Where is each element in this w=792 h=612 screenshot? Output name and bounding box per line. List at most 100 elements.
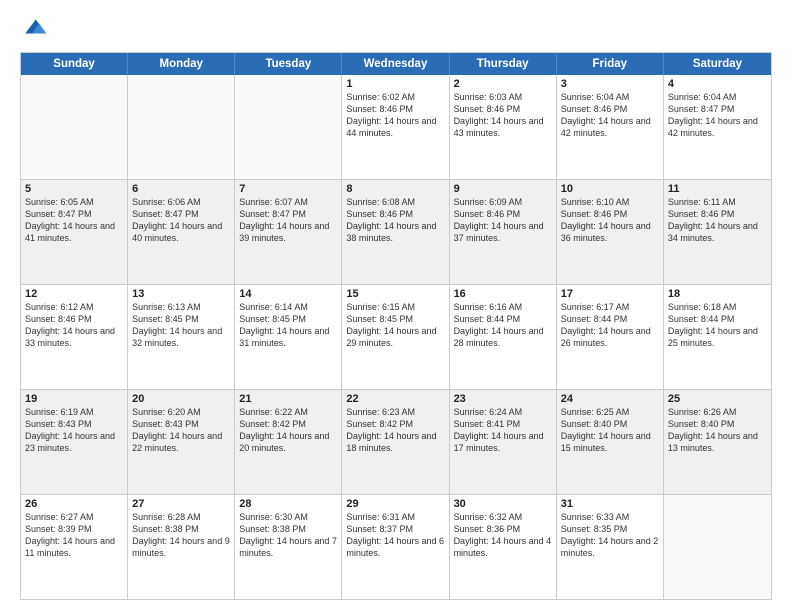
calendar-row-3: 19Sunrise: 6:19 AM Sunset: 8:43 PM Dayli… [21,389,771,494]
calendar-cell [664,495,771,599]
calendar: SundayMondayTuesdayWednesdayThursdayFrid… [20,52,772,600]
calendar-header: SundayMondayTuesdayWednesdayThursdayFrid… [21,53,771,75]
cell-info-text: Sunrise: 6:04 AM Sunset: 8:47 PM Dayligh… [668,91,767,140]
cell-info-text: Sunrise: 6:33 AM Sunset: 8:35 PM Dayligh… [561,511,659,560]
day-number: 23 [454,393,552,405]
cell-info-text: Sunrise: 6:25 AM Sunset: 8:40 PM Dayligh… [561,406,659,455]
day-number: 10 [561,183,659,195]
day-number: 26 [25,498,123,510]
day-number: 5 [25,183,123,195]
day-number: 18 [668,288,767,300]
weekday-header-tuesday: Tuesday [235,53,342,75]
calendar-cell: 10Sunrise: 6:10 AM Sunset: 8:46 PM Dayli… [557,180,664,284]
cell-info-text: Sunrise: 6:12 AM Sunset: 8:46 PM Dayligh… [25,301,123,350]
cell-info-text: Sunrise: 6:11 AM Sunset: 8:46 PM Dayligh… [668,196,767,245]
day-number: 12 [25,288,123,300]
cell-info-text: Sunrise: 6:15 AM Sunset: 8:45 PM Dayligh… [346,301,444,350]
calendar-cell: 23Sunrise: 6:24 AM Sunset: 8:41 PM Dayli… [450,390,557,494]
cell-info-text: Sunrise: 6:30 AM Sunset: 8:38 PM Dayligh… [239,511,337,560]
day-number: 27 [132,498,230,510]
weekday-header-monday: Monday [128,53,235,75]
calendar-cell: 6Sunrise: 6:06 AM Sunset: 8:47 PM Daylig… [128,180,235,284]
day-number: 9 [454,183,552,195]
day-number: 28 [239,498,337,510]
calendar-cell: 1Sunrise: 6:02 AM Sunset: 8:46 PM Daylig… [342,75,449,179]
calendar-cell: 12Sunrise: 6:12 AM Sunset: 8:46 PM Dayli… [21,285,128,389]
weekday-header-friday: Friday [557,53,664,75]
cell-info-text: Sunrise: 6:28 AM Sunset: 8:38 PM Dayligh… [132,511,230,560]
header [20,16,772,44]
cell-info-text: Sunrise: 6:03 AM Sunset: 8:46 PM Dayligh… [454,91,552,140]
day-number: 7 [239,183,337,195]
day-number: 8 [346,183,444,195]
calendar-row-4: 26Sunrise: 6:27 AM Sunset: 8:39 PM Dayli… [21,494,771,599]
cell-info-text: Sunrise: 6:18 AM Sunset: 8:44 PM Dayligh… [668,301,767,350]
logo-icon [20,16,48,44]
day-number: 2 [454,78,552,90]
calendar-cell: 24Sunrise: 6:25 AM Sunset: 8:40 PM Dayli… [557,390,664,494]
calendar-cell: 22Sunrise: 6:23 AM Sunset: 8:42 PM Dayli… [342,390,449,494]
day-number: 22 [346,393,444,405]
calendar-cell [235,75,342,179]
cell-info-text: Sunrise: 6:10 AM Sunset: 8:46 PM Dayligh… [561,196,659,245]
calendar-cell: 15Sunrise: 6:15 AM Sunset: 8:45 PM Dayli… [342,285,449,389]
cell-info-text: Sunrise: 6:06 AM Sunset: 8:47 PM Dayligh… [132,196,230,245]
calendar-cell: 4Sunrise: 6:04 AM Sunset: 8:47 PM Daylig… [664,75,771,179]
calendar-cell: 3Sunrise: 6:04 AM Sunset: 8:46 PM Daylig… [557,75,664,179]
day-number: 15 [346,288,444,300]
calendar-cell [128,75,235,179]
cell-info-text: Sunrise: 6:07 AM Sunset: 8:47 PM Dayligh… [239,196,337,245]
day-number: 31 [561,498,659,510]
cell-info-text: Sunrise: 6:05 AM Sunset: 8:47 PM Dayligh… [25,196,123,245]
page: SundayMondayTuesdayWednesdayThursdayFrid… [0,0,792,612]
cell-info-text: Sunrise: 6:02 AM Sunset: 8:46 PM Dayligh… [346,91,444,140]
cell-info-text: Sunrise: 6:19 AM Sunset: 8:43 PM Dayligh… [25,406,123,455]
day-number: 20 [132,393,230,405]
weekday-header-sunday: Sunday [21,53,128,75]
day-number: 25 [668,393,767,405]
day-number: 24 [561,393,659,405]
calendar-cell: 29Sunrise: 6:31 AM Sunset: 8:37 PM Dayli… [342,495,449,599]
cell-info-text: Sunrise: 6:09 AM Sunset: 8:46 PM Dayligh… [454,196,552,245]
calendar-cell: 27Sunrise: 6:28 AM Sunset: 8:38 PM Dayli… [128,495,235,599]
calendar-cell: 20Sunrise: 6:20 AM Sunset: 8:43 PM Dayli… [128,390,235,494]
cell-info-text: Sunrise: 6:32 AM Sunset: 8:36 PM Dayligh… [454,511,552,560]
calendar-cell: 13Sunrise: 6:13 AM Sunset: 8:45 PM Dayli… [128,285,235,389]
cell-info-text: Sunrise: 6:17 AM Sunset: 8:44 PM Dayligh… [561,301,659,350]
weekday-header-wednesday: Wednesday [342,53,449,75]
day-number: 14 [239,288,337,300]
calendar-cell: 21Sunrise: 6:22 AM Sunset: 8:42 PM Dayli… [235,390,342,494]
calendar-cell: 16Sunrise: 6:16 AM Sunset: 8:44 PM Dayli… [450,285,557,389]
calendar-cell [21,75,128,179]
calendar-cell: 5Sunrise: 6:05 AM Sunset: 8:47 PM Daylig… [21,180,128,284]
cell-info-text: Sunrise: 6:22 AM Sunset: 8:42 PM Dayligh… [239,406,337,455]
day-number: 1 [346,78,444,90]
calendar-cell: 25Sunrise: 6:26 AM Sunset: 8:40 PM Dayli… [664,390,771,494]
cell-info-text: Sunrise: 6:27 AM Sunset: 8:39 PM Dayligh… [25,511,123,560]
cell-info-text: Sunrise: 6:23 AM Sunset: 8:42 PM Dayligh… [346,406,444,455]
cell-info-text: Sunrise: 6:14 AM Sunset: 8:45 PM Dayligh… [239,301,337,350]
calendar-cell: 28Sunrise: 6:30 AM Sunset: 8:38 PM Dayli… [235,495,342,599]
weekday-header-saturday: Saturday [664,53,771,75]
day-number: 19 [25,393,123,405]
calendar-cell: 7Sunrise: 6:07 AM Sunset: 8:47 PM Daylig… [235,180,342,284]
day-number: 11 [668,183,767,195]
weekday-header-thursday: Thursday [450,53,557,75]
calendar-cell: 2Sunrise: 6:03 AM Sunset: 8:46 PM Daylig… [450,75,557,179]
day-number: 17 [561,288,659,300]
calendar-cell: 26Sunrise: 6:27 AM Sunset: 8:39 PM Dayli… [21,495,128,599]
calendar-cell: 31Sunrise: 6:33 AM Sunset: 8:35 PM Dayli… [557,495,664,599]
calendar-body: 1Sunrise: 6:02 AM Sunset: 8:46 PM Daylig… [21,75,771,599]
calendar-cell: 19Sunrise: 6:19 AM Sunset: 8:43 PM Dayli… [21,390,128,494]
cell-info-text: Sunrise: 6:08 AM Sunset: 8:46 PM Dayligh… [346,196,444,245]
day-number: 16 [454,288,552,300]
cell-info-text: Sunrise: 6:13 AM Sunset: 8:45 PM Dayligh… [132,301,230,350]
calendar-row-0: 1Sunrise: 6:02 AM Sunset: 8:46 PM Daylig… [21,75,771,179]
day-number: 6 [132,183,230,195]
calendar-row-1: 5Sunrise: 6:05 AM Sunset: 8:47 PM Daylig… [21,179,771,284]
cell-info-text: Sunrise: 6:31 AM Sunset: 8:37 PM Dayligh… [346,511,444,560]
calendar-cell: 17Sunrise: 6:17 AM Sunset: 8:44 PM Dayli… [557,285,664,389]
logo [20,16,52,44]
day-number: 13 [132,288,230,300]
calendar-cell: 9Sunrise: 6:09 AM Sunset: 8:46 PM Daylig… [450,180,557,284]
